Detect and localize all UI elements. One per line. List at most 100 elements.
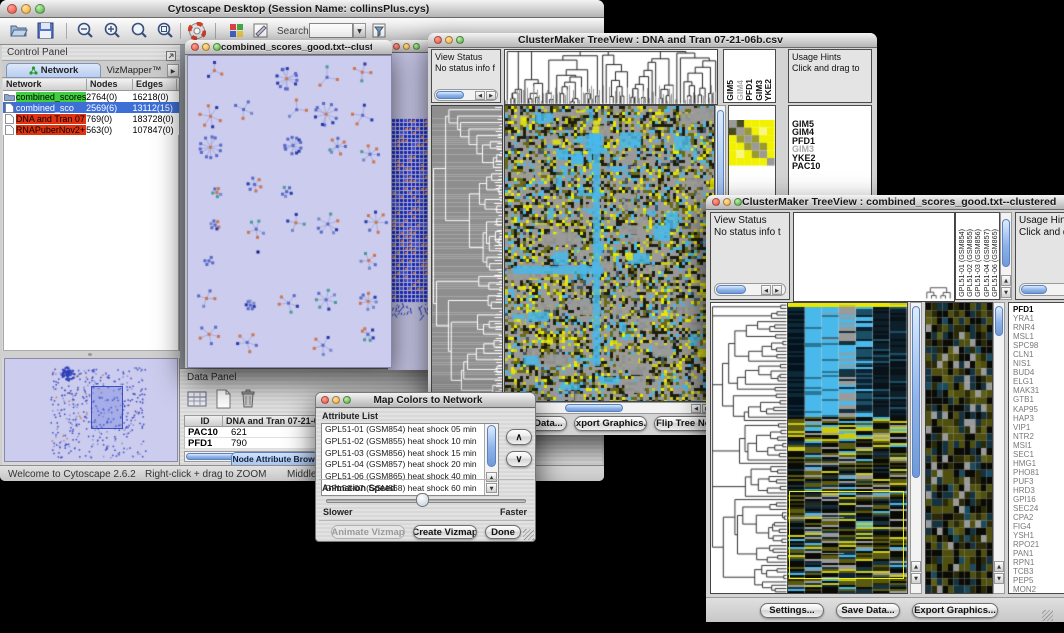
tv2-gene-label[interactable]: BUD4 xyxy=(1013,368,1039,377)
zoom-window-button[interactable] xyxy=(35,4,45,14)
zoom-in-icon[interactable] xyxy=(103,22,121,45)
network-table-header-cell[interactable]: Network xyxy=(3,79,87,90)
tv1-gene-label[interactable]: PAC10 xyxy=(792,162,820,170)
scroll-down-arrow[interactable]: ▼ xyxy=(911,573,921,584)
move-attribute-up-button[interactable]: ∧ xyxy=(506,429,532,445)
tv2-settings-button[interactable]: Settings... xyxy=(760,603,824,618)
tv2-column-label[interactable]: GPL51-01 (GSM854) xyxy=(958,229,965,297)
tv2-gene-label[interactable]: CPA2 xyxy=(1013,513,1039,522)
tv2-gene-label[interactable]: SEC24 xyxy=(1013,504,1039,513)
attribute-list-item[interactable]: GPL51-01 (GSM854) heat shock 05 min xyxy=(322,424,498,436)
tv2-column-dendrogram[interactable] xyxy=(793,212,955,302)
tv2-zoom-vscrollbar[interactable]: ▲ ▼ xyxy=(993,302,1005,594)
minimize-button[interactable] xyxy=(202,43,210,51)
tv2-usage-scroll-thumb[interactable] xyxy=(1021,285,1047,294)
tv2-gene-label[interactable]: ELG1 xyxy=(1013,377,1039,386)
slider-thumb[interactable] xyxy=(416,493,429,507)
tv1-zoom-heatmap[interactable] xyxy=(729,120,775,168)
tv2-zoom-vscroll-thumb[interactable] xyxy=(995,306,1003,336)
tv2-gene-label[interactable]: SEC1 xyxy=(1013,450,1039,459)
tv1-column-label[interactable]: GIM5 xyxy=(726,80,735,101)
zoom-window-button[interactable] xyxy=(413,43,420,50)
scroll-down-arrow[interactable]: ▼ xyxy=(994,573,1004,584)
tv2-gene-label[interactable]: RPO21 xyxy=(1013,540,1039,549)
zoom-window-button[interactable] xyxy=(213,43,221,51)
scroll-up-arrow[interactable]: ▲ xyxy=(911,561,921,572)
open-session-button[interactable] xyxy=(9,22,28,44)
data-panel-trash-icon[interactable] xyxy=(237,388,259,415)
tv2-gene-label[interactable]: RPN1 xyxy=(1013,558,1039,567)
zoom-window-button[interactable] xyxy=(456,36,464,44)
tv2-gene-label[interactable]: PEP5 xyxy=(1013,576,1039,585)
network-table-header-cell[interactable]: Edges xyxy=(133,79,177,90)
tv2-gene-label[interactable]: CLN1 xyxy=(1013,350,1039,359)
tv2-gene-label[interactable]: MON2 xyxy=(1013,585,1039,594)
zoom-window-button[interactable] xyxy=(343,396,351,404)
treeview1-titlebar[interactable]: ClusterMaker TreeView : DNA and Tran 07-… xyxy=(428,33,877,48)
tv2-gene-label[interactable]: GPI16 xyxy=(1013,495,1039,504)
attribute-list-scrollbar[interactable]: ▲ ▼ xyxy=(484,424,498,495)
scroll-right-arrow[interactable]: ▶ xyxy=(772,285,782,295)
tv1-column-label[interactable]: PFD1 xyxy=(745,79,754,101)
search-input[interactable] xyxy=(309,23,353,38)
tv2-gene-label[interactable]: YSH1 xyxy=(1013,531,1039,540)
done-button[interactable]: Done xyxy=(485,525,521,539)
zoom-selected-icon[interactable] xyxy=(156,22,174,45)
dialog-titlebar[interactable]: Map Colors to Network xyxy=(316,393,535,408)
treeview2-titlebar[interactable]: ClusterMaker TreeView : combined_scores_… xyxy=(706,195,1064,210)
network-list-item[interactable]: combined_sco2569(6)13112(15) xyxy=(3,102,179,113)
tv2-column-label[interactable]: GPL51-03 (GSM856) xyxy=(974,229,981,297)
main-titlebar[interactable]: Cytoscape Desktop (Session Name: collins… xyxy=(0,0,604,18)
tv1-heatmap-canvas[interactable] xyxy=(504,105,715,402)
minimize-button[interactable] xyxy=(403,43,410,50)
scroll-up-arrow[interactable]: ▲ xyxy=(486,472,497,482)
tv2-heatmap-vscrollbar[interactable]: ▲ ▼ xyxy=(910,302,922,594)
tv2-gene-label[interactable]: MAK31 xyxy=(1013,386,1039,395)
tv2-resize-grip[interactable] xyxy=(1042,610,1053,621)
tv2-gene-label[interactable]: KAP95 xyxy=(1013,405,1039,414)
tv2-usage-scrollbar[interactable] xyxy=(1019,283,1064,296)
tv2-gene-label[interactable]: MSI1 xyxy=(1013,441,1039,450)
tab-overflow-button[interactable]: ▶ xyxy=(167,64,179,77)
tv2-gene-label[interactable]: HRD3 xyxy=(1013,486,1039,495)
tv1-column-label[interactable]: YKE2 xyxy=(764,79,773,101)
scroll-up-arrow[interactable]: ▲ xyxy=(994,561,1004,572)
tv1-export-graphics-button[interactable]: Export Graphics... xyxy=(574,416,647,431)
close-button[interactable] xyxy=(321,396,329,404)
scroll-down-arrow[interactable]: ▼ xyxy=(486,483,497,493)
tv2-column-label[interactable]: GPL51-04 (GSM857) xyxy=(983,229,990,297)
animate-vizmap-button[interactable]: Animate Vizmap xyxy=(331,525,405,539)
create-vizmap-button[interactable]: Create Vizmap xyxy=(413,525,477,539)
attribute-list-item[interactable]: GPL51-02 (GSM855) heat shock 10 min xyxy=(322,436,498,448)
attribute-list-item[interactable]: GPL51-06 (GSM865) heat shock 40 min xyxy=(322,471,498,483)
tv2-heatmap-vscroll-thumb[interactable] xyxy=(912,306,920,478)
overview-viewport-rect[interactable] xyxy=(91,386,123,429)
zoom-window-button[interactable] xyxy=(734,198,742,206)
tv2-gene-label[interactable]: YRA1 xyxy=(1013,314,1039,323)
close-button[interactable] xyxy=(434,36,442,44)
zoom-out-icon[interactable] xyxy=(76,22,94,45)
minimize-button[interactable] xyxy=(332,396,340,404)
scroll-right-arrow[interactable]: ▶ xyxy=(486,91,496,100)
tv2-column-scroll-thumb[interactable] xyxy=(1002,219,1010,267)
tv2-gene-label[interactable]: NTR2 xyxy=(1013,432,1039,441)
node-attribute-browser-tab[interactable]: Node Attribute Brows xyxy=(231,452,321,466)
tv2-export-graphics-button[interactable]: Export Graphics... xyxy=(912,603,998,618)
network-view-canvas[interactable] xyxy=(187,55,392,368)
close-button[interactable] xyxy=(7,4,17,14)
network-table-header-cell[interactable]: Nodes xyxy=(87,79,133,90)
tv1-column-label[interactable]: PAC10 xyxy=(774,74,777,101)
minimize-button[interactable] xyxy=(445,36,453,44)
save-session-button[interactable] xyxy=(37,22,54,44)
data-panel-new-icon[interactable] xyxy=(212,388,234,415)
tv2-gene-label[interactable]: PFD1 xyxy=(1013,305,1039,314)
tv2-column-labels-vscrollbar[interactable]: ▲ ▼ xyxy=(1000,212,1012,300)
tv1-column-label[interactable]: GIM3 xyxy=(755,80,764,101)
network-list-item[interactable]: DNA and Tran 07769(0)183728(0) xyxy=(3,113,179,124)
tv2-view-status-scroll-thumb[interactable] xyxy=(716,285,746,294)
network-list-item[interactable]: RNAPuberNov2+563(0)107847(0) xyxy=(3,124,179,135)
close-button[interactable] xyxy=(712,198,720,206)
tv2-column-label[interactable]: GPL51-06 (GSM865) xyxy=(991,229,998,297)
close-button[interactable] xyxy=(191,43,199,51)
network-list-item[interactable]: combined_scores2764(0)16218(0) xyxy=(3,91,179,102)
